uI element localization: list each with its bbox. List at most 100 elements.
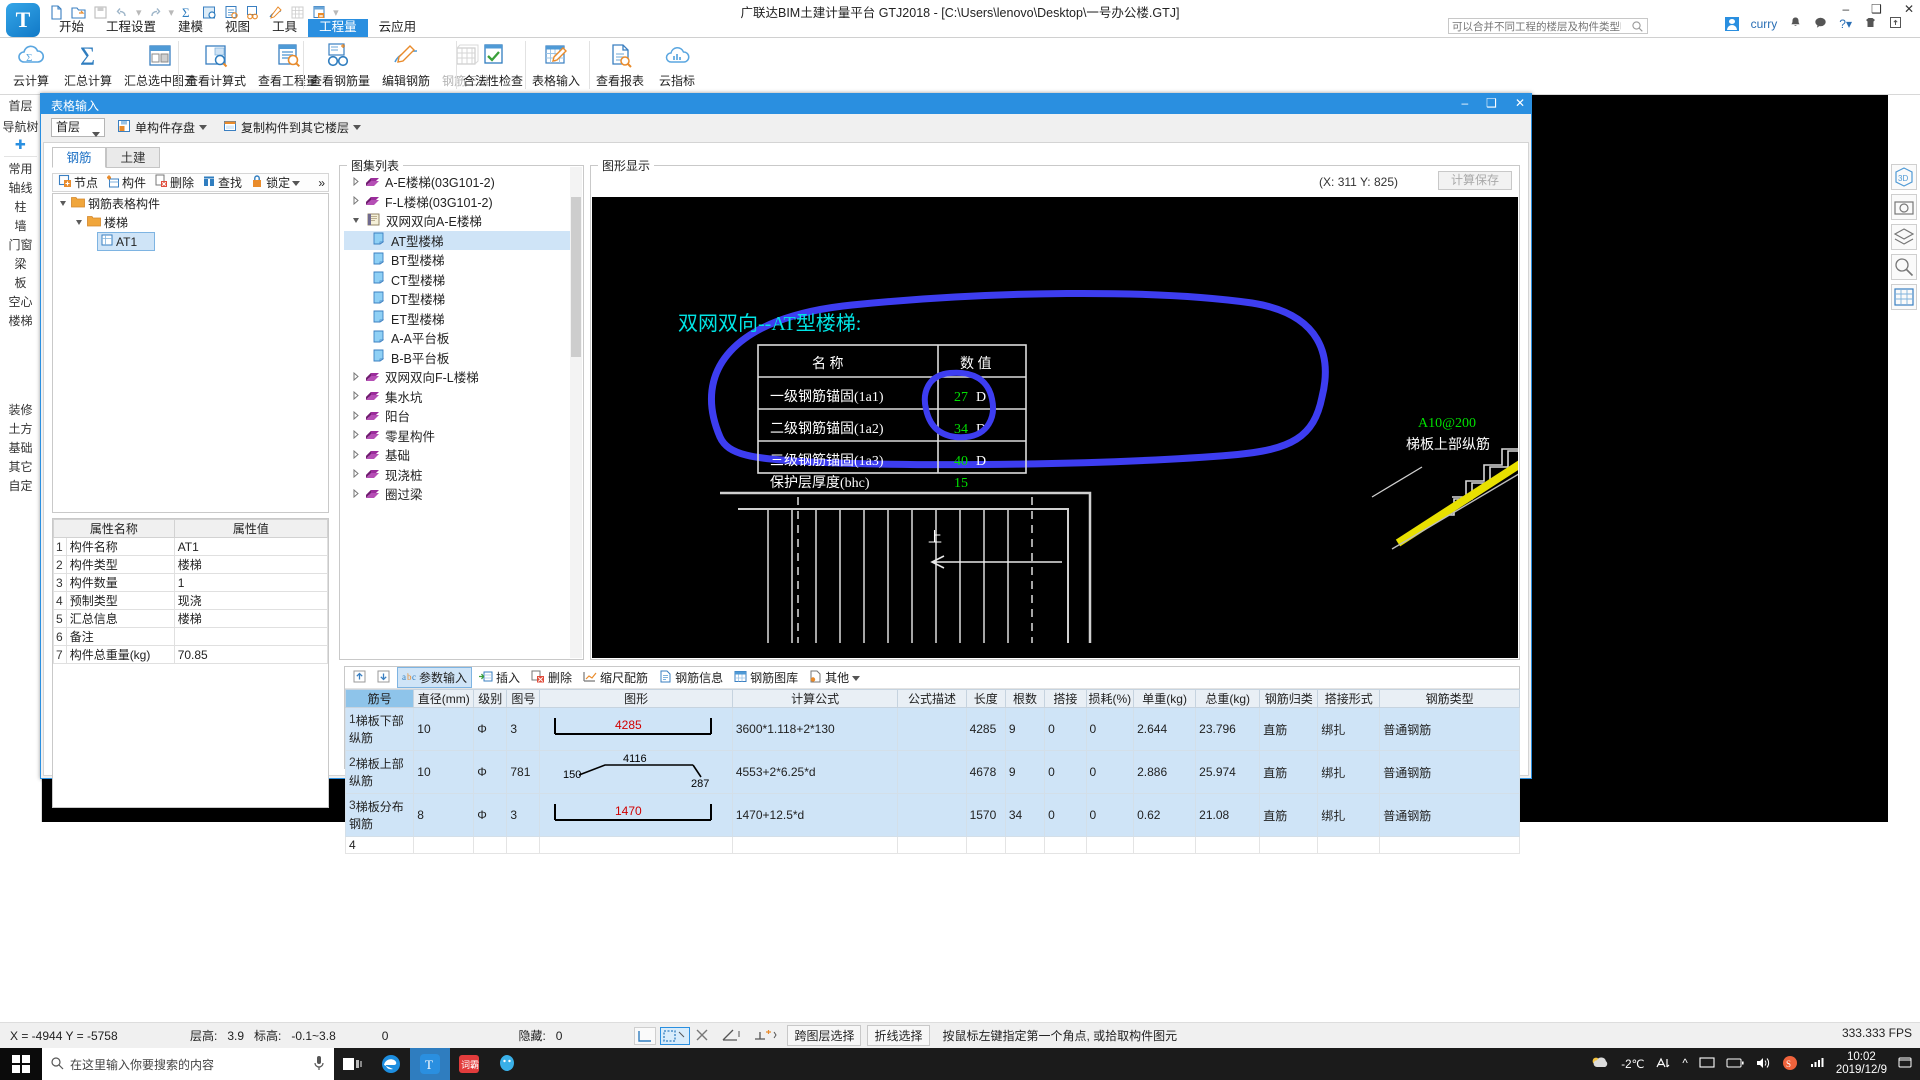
dock-item-decoration[interactable]: 装修 (0, 401, 41, 420)
maximize-button[interactable]: ❑ (1871, 2, 1882, 16)
user-name[interactable]: curry (1751, 17, 1778, 31)
property-value[interactable]: 现浇 (173, 591, 329, 610)
cell-formula[interactable]: 3600*1.118+2*130 (731, 707, 899, 751)
ribbon-table-input[interactable]: 表格输入 (526, 38, 586, 94)
cell-unit-weight[interactable]: 0.62 (1133, 793, 1197, 837)
th-total-weight[interactable]: 总重(kg) (1195, 689, 1261, 708)
chevron-right-icon[interactable] (352, 487, 360, 501)
tab-start[interactable]: 开始 (48, 19, 95, 37)
th-shape[interactable]: 图形 (539, 689, 733, 708)
cell-count[interactable]: 9 (1004, 707, 1046, 751)
dialog-minimize-button[interactable]: – (1461, 96, 1468, 110)
table-row[interactable]: 7 构件总重量(kg) 70.85 (53, 645, 329, 664)
cell-classify[interactable]: 直筋 (1259, 793, 1319, 837)
chevron-right-icon[interactable] (352, 467, 360, 481)
table-row[interactable]: 5 汇总信息 楼梯 (53, 609, 329, 628)
grid-delete-button[interactable]: 删除 (527, 668, 576, 687)
atlas-item-sump[interactable]: 集水坑 (344, 387, 570, 407)
cell-lap[interactable]: 0 (1044, 750, 1087, 794)
chevron-right-icon[interactable] (352, 389, 360, 403)
expander-icon[interactable] (59, 197, 68, 211)
taskbar-search[interactable]: 在这里输入你要搜索的内容 (42, 1048, 334, 1080)
global-search[interactable] (1448, 18, 1648, 34)
add-node-button[interactable]: 节点 (55, 174, 101, 191)
cell-diameter[interactable]: 10 (413, 707, 475, 751)
cell-loss[interactable]: 0 (1085, 793, 1135, 837)
dock-item-earthwork[interactable]: 土方 (0, 420, 41, 439)
tree-node-rebar-table-components[interactable]: 钢筋表格构件 (53, 194, 328, 213)
lock-chevron-icon[interactable] (292, 176, 301, 190)
atlas-item-fl-stair[interactable]: F-L楼梯(03G101-2) (344, 192, 570, 212)
table-row[interactable]: 2 梯板上部纵筋 10 Φ 781 4116 150 287 4553+2*6.… (344, 750, 1520, 794)
atlas-item-aa-platform[interactable]: A-A平台板 (344, 328, 570, 348)
dock-3d-icon[interactable]: 3D (1891, 164, 1917, 190)
cell-rebar-no[interactable]: 4 (344, 836, 415, 854)
cell-rebar-type[interactable]: 普通钢筋 (1379, 793, 1520, 837)
ime-icon[interactable] (1655, 1056, 1671, 1073)
cell-loss[interactable]: 0 (1085, 750, 1135, 794)
cell-unit-weight[interactable]: 2.644 (1133, 707, 1197, 751)
atlas-scrollbar[interactable] (570, 167, 582, 658)
property-value[interactable] (173, 627, 329, 646)
cell-lap[interactable]: 0 (1044, 793, 1087, 837)
th-rebar-no[interactable]: 筋号 (344, 689, 415, 708)
expander-icon[interactable] (75, 216, 84, 230)
atlas-item-foundation[interactable]: 基础 (344, 445, 570, 465)
cell-length[interactable]: 1570 (965, 793, 1006, 837)
chevron-right-icon[interactable] (352, 370, 360, 384)
atlas-item-sundry[interactable]: 零星构件 (344, 426, 570, 446)
table-row[interactable]: 6 备注 (53, 627, 329, 646)
cell-length[interactable]: 4678 (965, 750, 1006, 794)
tree-node-stair[interactable]: 楼梯 (53, 213, 328, 232)
ribbon-cloud-index[interactable]: 云指标 (650, 38, 704, 94)
undo-dropdown-icon[interactable]: ▾ (136, 6, 142, 19)
dialog-close-button[interactable]: ✕ (1515, 96, 1525, 110)
chevron-right-icon[interactable] (352, 175, 360, 189)
redo-dropdown-icon[interactable]: ▾ (169, 6, 175, 19)
view-calc-icon[interactable] (201, 4, 218, 21)
cell-lap-form[interactable] (1317, 836, 1381, 854)
th-lap-form[interactable]: 搭接形式 (1317, 689, 1381, 708)
dock-layer-icon[interactable] (1891, 224, 1917, 250)
cell-total-weight[interactable]: 23.796 (1195, 707, 1261, 751)
delete-node-button[interactable]: 删除 (151, 174, 197, 191)
monitor-icon[interactable] (1699, 1056, 1715, 1073)
cell-count[interactable] (1004, 836, 1046, 854)
cell-grade[interactable]: Φ (473, 707, 508, 751)
avatar[interactable] (1724, 17, 1739, 31)
dock-item-foundation[interactable]: 基础 (0, 439, 41, 458)
cell-formula-desc[interactable] (897, 836, 967, 854)
search-input[interactable] (1449, 20, 1621, 34)
status-select-mode-icon[interactable] (660, 1026, 691, 1045)
copy-component-button[interactable]: 复制构件到其它楼层 (219, 118, 365, 137)
dock-item-hollow[interactable]: 空心 (0, 293, 41, 312)
table-row[interactable]: 1 梯板下部纵筋 10 Φ 3 4285 3600*1.118+2*130 42… (344, 707, 1520, 751)
undo-icon[interactable] (114, 4, 131, 21)
sum-icon[interactable]: Σ (179, 4, 196, 21)
minimize-button[interactable]: – (1842, 2, 1849, 16)
tab-project-settings[interactable]: 工程设置 (95, 19, 167, 37)
ribbon-view-formula[interactable]: 查看计算式 (180, 38, 252, 94)
status-angle-icon[interactable] (720, 1027, 748, 1045)
dock-item-wall[interactable]: 墙 (0, 217, 41, 236)
atlas-item-ct-stair[interactable]: CT型楼梯 (344, 270, 570, 290)
tab-civil[interactable]: 土建 (106, 147, 160, 168)
table-row[interactable]: 2 构件类型 楼梯 (53, 555, 329, 574)
cell-formula[interactable]: 4553+2*6.25*d (731, 750, 899, 794)
atlas-item-ae-stair[interactable]: A-E楼梯(03G101-2) (344, 172, 570, 192)
th-count[interactable]: 根数 (1004, 689, 1046, 708)
cell-rebar-type[interactable] (1379, 836, 1520, 854)
ribbon-sum-calc[interactable]: Σ 汇总计算 (58, 38, 118, 94)
view-rebar-icon[interactable] (245, 4, 262, 21)
ribbon-legality-check[interactable]: 合法性检查 (457, 38, 529, 94)
sogou-icon[interactable]: S (1782, 1055, 1798, 1074)
pin-icon[interactable]: ✚ (0, 137, 41, 153)
cell-formula[interactable]: 1470+12.5*d (731, 793, 899, 837)
gtj-taskbar-icon[interactable]: T (410, 1048, 450, 1080)
property-value[interactable]: 1 (173, 573, 329, 592)
other-chevron-icon[interactable] (852, 671, 861, 685)
tree-node-at1[interactable]: AT1 (97, 232, 155, 251)
cell-count[interactable]: 9 (1004, 750, 1046, 794)
weather-icon[interactable] (1590, 1055, 1610, 1074)
cell-count[interactable]: 34 (1004, 793, 1046, 837)
